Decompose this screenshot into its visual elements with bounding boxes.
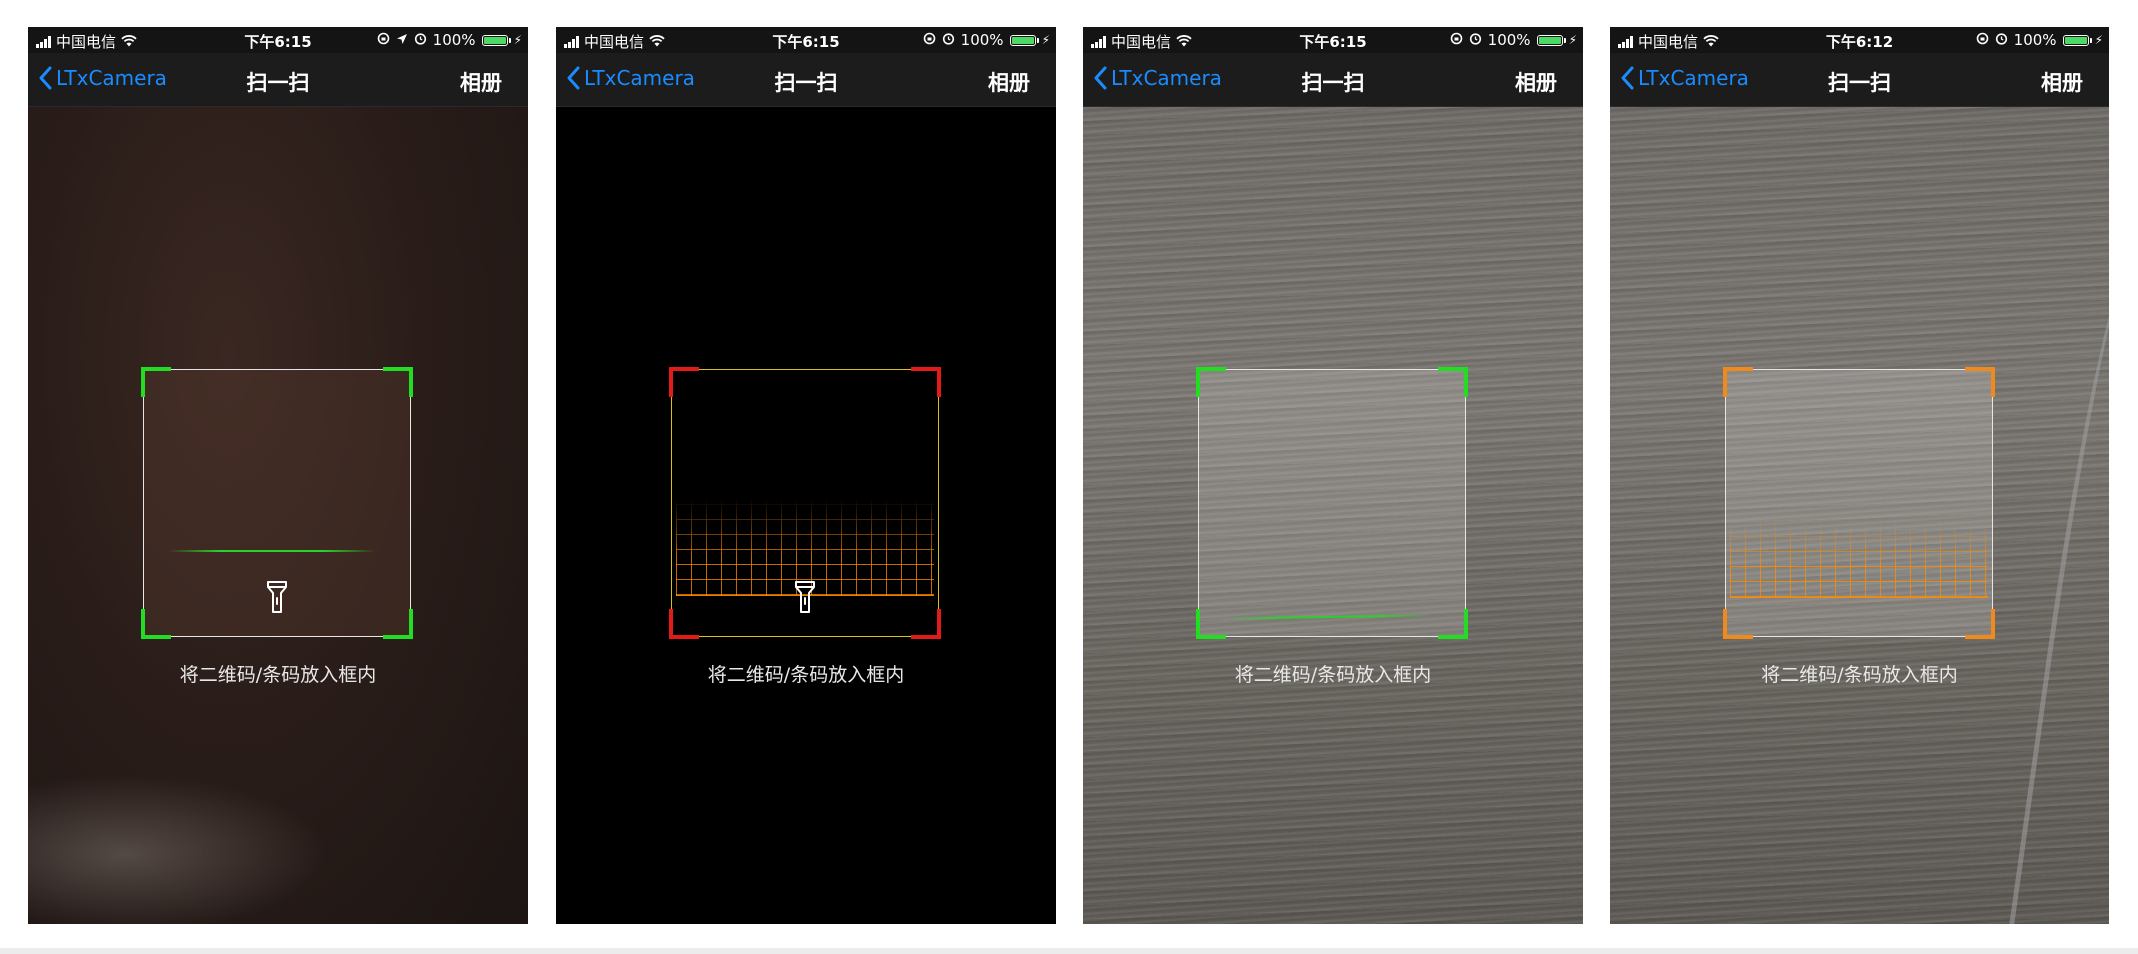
page-title: 扫一扫 [774, 71, 838, 95]
alarm-icon [942, 31, 955, 49]
scan-corner-top-left [669, 367, 699, 397]
phone-screen-4: 中国电信 下午6:12 100% ⚡ LTxCamera 扫一扫 相册 将二维码… [1610, 27, 2109, 924]
scan-corner-top-right [911, 367, 941, 397]
battery-percent: 100% [960, 31, 1004, 49]
scan-corner-top-right [1965, 367, 1995, 397]
status-bar: 中国电信 下午6:15 100% ⚡ [1083, 27, 1583, 53]
battery-icon [1536, 34, 1566, 46]
scan-frame [1723, 367, 1995, 639]
page-title: 扫一扫 [1828, 71, 1891, 95]
navigation-bar: LTxCamera 扫一扫 相册 [28, 53, 528, 107]
charging-icon: ⚡ [2094, 33, 2103, 47]
scan-corner-bottom-left [1196, 609, 1226, 639]
flashlight-icon[interactable] [266, 580, 288, 614]
camera-preview: 将二维码/条码放入框内 [1610, 107, 2109, 924]
charging-icon: ⚡ [513, 33, 522, 47]
scan-corner-top-right [1438, 367, 1468, 397]
scan-corner-top-left [1723, 367, 1753, 397]
cable [2006, 267, 2109, 924]
status-bar: 中国电信 下午6:15 100% ⚡ [28, 27, 528, 53]
camera-preview: 将二维码/条码放入框内 [556, 107, 1056, 924]
status-bar: 中国电信 下午6:12 100% ⚡ [1610, 27, 2109, 53]
battery-percent: 100% [1487, 31, 1531, 49]
album-button[interactable]: 相册 [1515, 67, 1557, 97]
navigation-bar: LTxCamera 扫一扫 相册 [1083, 53, 1583, 107]
alarm-icon [414, 31, 427, 49]
flashlight-icon[interactable] [794, 580, 816, 614]
scan-frame [1196, 367, 1468, 639]
phone-screen-1: 中国电信 下午6:15 100% ⚡ LTxCamera 扫一扫 相册 将二维码… [28, 27, 528, 924]
album-button[interactable]: 相册 [988, 67, 1030, 97]
scan-corner-bottom-left [669, 609, 699, 639]
page-title: 扫一扫 [246, 71, 310, 95]
scan-grid [1730, 517, 1988, 598]
scan-corner-bottom-right [383, 609, 413, 639]
battery-percent: 100% [432, 31, 476, 49]
alarm-icon [1469, 31, 1482, 49]
scan-corner-bottom-left [1723, 609, 1753, 639]
phone-screen-3: 中国电信 下午6:15 100% ⚡ LTxCamera 扫一扫 相册 将二维码… [1083, 27, 1583, 924]
scan-frame [141, 367, 413, 639]
scan-corner-top-right [383, 367, 413, 397]
scan-hint: 将二维码/条码放入框内 [707, 664, 905, 686]
lock-rotation-icon [377, 31, 390, 49]
album-button[interactable]: 相册 [2041, 67, 2083, 97]
camera-preview: 将二维码/条码放入框内 [1083, 107, 1583, 924]
battery-icon [1009, 34, 1039, 46]
phone-screen-2: 中国电信 下午6:15 100% ⚡ LTxCamera 扫一扫 相册 将二维码… [556, 27, 1056, 924]
location-icon [396, 31, 408, 49]
scan-corner-top-left [1196, 367, 1226, 397]
scan-hint: 将二维码/条码放入框内 [179, 664, 377, 686]
scan-corner-top-left [141, 367, 171, 397]
charging-icon: ⚡ [1041, 33, 1050, 47]
scan-corner-bottom-left [141, 609, 171, 639]
page-title: 扫一扫 [1301, 71, 1365, 95]
battery-icon [481, 34, 511, 46]
navigation-bar: LTxCamera 扫一扫 相册 [556, 53, 1056, 107]
lock-rotation-icon [1450, 31, 1463, 49]
alarm-icon [1995, 31, 2008, 49]
scan-area [1199, 370, 1465, 636]
album-button[interactable]: 相册 [460, 67, 502, 97]
navigation-bar: LTxCamera 扫一扫 相册 [1610, 53, 2109, 107]
scan-hint: 将二维码/条码放入框内 [1234, 664, 1432, 686]
status-bar: 中国电信 下午6:15 100% ⚡ [556, 27, 1056, 53]
scan-frame [669, 367, 941, 639]
page-bottom-strip [0, 948, 2138, 954]
battery-icon [2062, 34, 2092, 46]
scan-corner-bottom-right [1965, 609, 1995, 639]
camera-preview: 将二维码/条码放入框内 [28, 107, 528, 924]
lock-rotation-icon [1976, 31, 1989, 49]
lock-rotation-icon [923, 31, 936, 49]
scan-line [168, 550, 376, 552]
scan-corner-bottom-right [1438, 609, 1468, 639]
charging-icon: ⚡ [1568, 33, 1577, 47]
battery-percent: 100% [2013, 31, 2057, 49]
scan-corner-bottom-right [911, 609, 941, 639]
scan-hint: 将二维码/条码放入框内 [1761, 664, 1958, 686]
